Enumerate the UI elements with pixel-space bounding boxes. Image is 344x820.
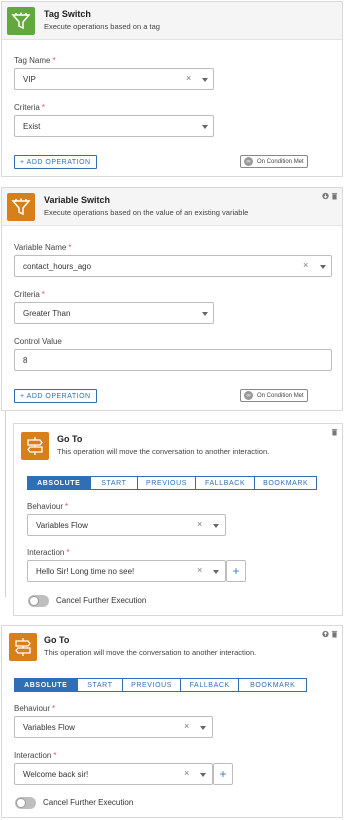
tab-previous[interactable]: PREVIOUS (123, 679, 181, 691)
funnel-icon (7, 193, 35, 221)
tab-previous[interactable]: PREVIOUS (138, 477, 196, 489)
goto-nested-card: Go To This operation will move the conve… (13, 423, 343, 616)
behaviour-select[interactable]: Variables Flow × (27, 514, 226, 536)
interaction-value: Welcome back sir! (23, 770, 89, 779)
on-condition-met-button[interactable]: ∞ On Condition Met (240, 155, 308, 168)
variable-name-value: contact_hours_ago (23, 262, 92, 271)
tag-switch-title: Tag Switch (44, 9, 91, 19)
interaction-select[interactable]: Hello Sir! Long time no see! × (27, 560, 226, 582)
chevron-down-icon[interactable] (213, 524, 219, 528)
trash-icon[interactable] (331, 630, 338, 638)
tab-absolute[interactable]: ABSOLUTE (15, 679, 78, 691)
control-value-input[interactable]: 8 (14, 349, 332, 371)
funnel-icon (7, 7, 35, 35)
variable-switch-subtitle: Execute operations based on the value of… (44, 208, 249, 217)
variable-switch-title: Variable Switch (44, 195, 111, 205)
tag-name-select[interactable]: VIP × (14, 68, 214, 90)
variable-name-select[interactable]: contact_hours_ago × (14, 255, 332, 277)
signpost-icon (21, 432, 49, 460)
tag-switch-header: Tag Switch Execute operations based on a… (2, 2, 342, 40)
cancel-execution-label: Cancel Further Execution (43, 798, 134, 807)
tag-name-value: VIP (23, 75, 36, 84)
control-value-value: 8 (23, 356, 28, 365)
tab-start[interactable]: START (90, 477, 139, 489)
goto-nested-tabs: ABSOLUTE START PREVIOUS FALLBACK BOOKMAR… (27, 476, 317, 490)
on-condition-met-label: On Condition Met (257, 158, 304, 165)
goto-nested-subtitle: This operation will move the conversatio… (57, 447, 270, 456)
criteria-value: Exist (23, 122, 41, 131)
tag-name-label: Tag Name * (14, 56, 56, 65)
toggle-knob (16, 798, 26, 808)
cancel-execution-label: Cancel Further Execution (56, 596, 147, 605)
interaction-label: Interaction * (14, 751, 57, 760)
tag-switch-subtitle: Execute operations based on a tag (44, 22, 160, 31)
signpost-icon (9, 633, 37, 661)
add-operation-button[interactable]: + ADD OPERATION (14, 155, 97, 169)
toggle-knob (29, 596, 39, 606)
clear-icon[interactable]: × (186, 73, 191, 83)
clear-icon[interactable]: × (184, 721, 189, 731)
move-up-icon[interactable] (322, 630, 329, 638)
variable-name-label: Variable Name * (14, 243, 72, 252)
chevron-down-icon[interactable] (213, 570, 219, 574)
interaction-select[interactable]: Welcome back sir! × (14, 763, 213, 785)
on-condition-met-label: On Condition Met (257, 392, 304, 399)
add-interaction-button[interactable]: + (226, 560, 246, 582)
goto-bottom-card: Go To This operation will move the conve… (1, 625, 343, 818)
clear-icon[interactable]: × (197, 519, 202, 529)
criteria-value: Greater Than (23, 309, 71, 318)
add-interaction-button[interactable]: + (213, 763, 233, 785)
variable-switch-header: Variable Switch Execute operations based… (2, 188, 342, 226)
cancel-execution-toggle[interactable] (28, 595, 49, 607)
link-icon: ∞ (244, 391, 253, 400)
interaction-label: Interaction * (27, 548, 70, 557)
goto-bottom-tabs: ABSOLUTE START PREVIOUS FALLBACK BOOKMAR… (14, 678, 307, 692)
move-down-icon[interactable] (322, 192, 329, 200)
goto-nested-title: Go To (57, 434, 83, 444)
tab-absolute[interactable]: ABSOLUTE (28, 477, 91, 489)
clear-icon[interactable]: × (197, 565, 202, 575)
behaviour-select[interactable]: Variables Flow × (14, 716, 213, 738)
tab-bookmark[interactable]: BOOKMARK (255, 477, 316, 489)
chevron-down-icon[interactable] (202, 312, 208, 316)
behaviour-label: Behaviour * (14, 704, 56, 713)
chevron-down-icon[interactable] (200, 773, 206, 777)
trash-icon[interactable] (331, 192, 338, 200)
card-actions (331, 428, 338, 436)
tag-switch-card: Tag Switch Execute operations based on a… (1, 1, 343, 177)
card-actions (322, 192, 338, 200)
tab-fallback[interactable]: FALLBACK (180, 679, 240, 691)
link-icon: ∞ (244, 157, 253, 166)
tab-fallback[interactable]: FALLBACK (195, 477, 256, 489)
criteria-label: Criteria * (14, 290, 45, 299)
trash-icon[interactable] (331, 428, 338, 436)
criteria-select[interactable]: Exist (14, 115, 214, 137)
interaction-value: Hello Sir! Long time no see! (36, 567, 135, 576)
tab-start[interactable]: START (77, 679, 124, 691)
control-value-label: Control Value (14, 337, 62, 346)
behaviour-value: Variables Flow (36, 521, 88, 530)
goto-bottom-subtitle: This operation will move the conversatio… (44, 648, 257, 657)
card-actions (322, 630, 338, 638)
cancel-execution-toggle[interactable] (15, 797, 36, 809)
branch-connector (5, 411, 6, 597)
behaviour-value: Variables Flow (23, 723, 75, 732)
variable-switch-card: Variable Switch Execute operations based… (1, 187, 343, 411)
on-condition-met-button[interactable]: ∞ On Condition Met (240, 389, 308, 402)
chevron-down-icon[interactable] (200, 726, 206, 730)
tab-bookmark[interactable]: BOOKMARK (239, 679, 306, 691)
criteria-select[interactable]: Greater Than (14, 302, 214, 324)
clear-icon[interactable]: × (184, 768, 189, 778)
clear-icon[interactable]: × (303, 260, 308, 270)
behaviour-label: Behaviour * (27, 502, 69, 511)
chevron-down-icon[interactable] (320, 265, 326, 269)
chevron-down-icon[interactable] (202, 78, 208, 82)
chevron-down-icon[interactable] (202, 125, 208, 129)
add-operation-button[interactable]: + ADD OPERATION (14, 389, 97, 403)
criteria-label: Criteria * (14, 103, 45, 112)
goto-bottom-title: Go To (44, 635, 70, 645)
